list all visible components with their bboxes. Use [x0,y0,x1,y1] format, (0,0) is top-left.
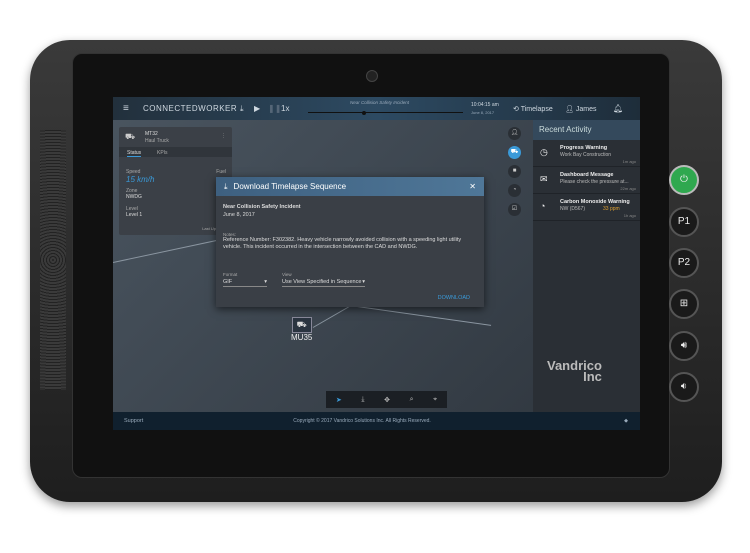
tab-kpis[interactable]: KPIs [157,150,168,156]
timelapse-button[interactable]: ⟲ Timelapse [513,105,553,113]
volume-up-button[interactable]: 🔊︎ [669,331,699,361]
watermark: Vandrico Inc [547,358,602,384]
move-icon[interactable]: ✥ [384,396,390,404]
p1-button[interactable]: P1 [669,207,699,237]
marker-label: MU35 [291,333,313,342]
timeline-slider[interactable] [308,110,463,115]
top-bar: ≡ CONNECTEDWORKER ⤓ ▶ ❚❚ 1x Near Collisi… [113,97,640,120]
time: 10:04:15 am [471,102,499,108]
speed-value: 15 km/h [126,175,155,184]
view-select[interactable]: Use View Specified in Sequence ▾ [282,279,365,287]
windows-button[interactable]: ⊞ [669,289,699,319]
view-label: View [282,272,292,277]
truck-icon: ⛟ [291,317,312,333]
screen: ≡ CONNECTEDWORKER ⤓ ▶ ❚❚ 1x Near Collisi… [113,97,640,430]
download-icon[interactable]: ⤓ [240,104,244,114]
close-icon[interactable]: ✕ [469,182,476,191]
person-icon[interactable]: 👤︎ [508,127,521,140]
zone-value: NWDG [126,194,142,200]
format-label: Format [223,272,238,277]
notes-text: Reference Number: F302382. Heavy vehicle… [223,237,462,250]
p2-button[interactable]: P2 [669,248,699,278]
app-logo: CONNECTEDWORKER [143,104,238,113]
pin-icon[interactable]: ⤓ [361,396,364,404]
vehicle-id: MT32 [145,131,158,137]
download-icon: ⤓ [224,181,228,191]
map-toolbar: ➤ ⤓ ✥ ⌕ ⌖ [326,391,447,408]
speed-button[interactable]: 1x [281,104,289,113]
incident-title: Near Collision Safety Incident [223,204,301,210]
format-select[interactable]: GIF ▾ [223,279,267,287]
sequence-title: Near Collision Safety Incident [350,100,410,105]
download-dialog: ⤓ Download Timelapse Sequence ✕ Near Colli… [216,177,484,307]
truck-icon: ⛟ [125,132,136,141]
level-value: Level 1 [126,212,143,218]
checklist-icon[interactable]: ☑ [508,203,521,216]
locate-icon[interactable]: ⌖ [433,396,437,404]
copyright: Copyright © 2017 Vandrico Solutions Inc.… [293,418,431,424]
incident-date: June 8, 2017 [223,212,255,218]
recent-activity-title: Recent Activity [533,120,640,140]
activity-item[interactable]: ◔ Carbon Monoxide Warning NW (D567) 33 ppm 1… [533,194,640,221]
support-link[interactable]: Support [124,418,143,424]
activity-item[interactable]: ✉ Dashboard Message Please check the press… [533,167,640,194]
vehicle-type: Haul Truck [145,138,169,144]
menu-icon[interactable]: ≡ [123,103,129,114]
more-icon[interactable]: ⋮ [221,133,226,139]
activity-item[interactable]: ◷ Progress Warning Work Bay Construction 1m… [533,140,640,167]
gauge-icon[interactable]: ◔ [508,184,521,197]
speaker-grille [40,130,66,390]
zoom-icon[interactable]: ⌕ [410,396,414,404]
date: June 8, 2017 [471,110,495,115]
wifi-icon: ◆ [624,418,628,424]
volume-down-button[interactable]: 🔉︎ [669,372,699,402]
bell-icon[interactable]: 🔔︎ [613,104,623,113]
user-menu[interactable]: 👤︎ James [565,105,596,113]
gauge-icon: ◔ [540,201,546,211]
layer-icons: 👤︎ ⛟ ■ ◔ ☑ [508,127,528,222]
pause-icon[interactable]: ❚❚ [268,104,281,113]
dialog-title: Download Timelapse Sequence [233,182,347,191]
truck-icon[interactable]: ⛟ [508,146,521,159]
video-icon[interactable]: ■ [508,165,521,178]
recent-activity-panel: Recent Activity ◷ Progress Warning Work Ba… [533,120,640,412]
power-button[interactable]: ⏻ [669,165,699,195]
footer: Support Copyright © 2017 Vandrico Soluti… [113,412,640,430]
clock-icon: ◷ [540,147,548,157]
fuel-label: Fuel [216,169,226,175]
download-button[interactable]: DOWNLOAD [438,295,470,301]
envelope-icon: ✉ [540,174,548,184]
tab-status[interactable]: Status [127,150,142,157]
map-marker[interactable]: ⛟ MU35 [291,317,312,342]
play-icon[interactable]: ▶ [254,104,260,113]
pointer-icon[interactable]: ➤ [336,396,342,404]
camera [366,70,378,82]
